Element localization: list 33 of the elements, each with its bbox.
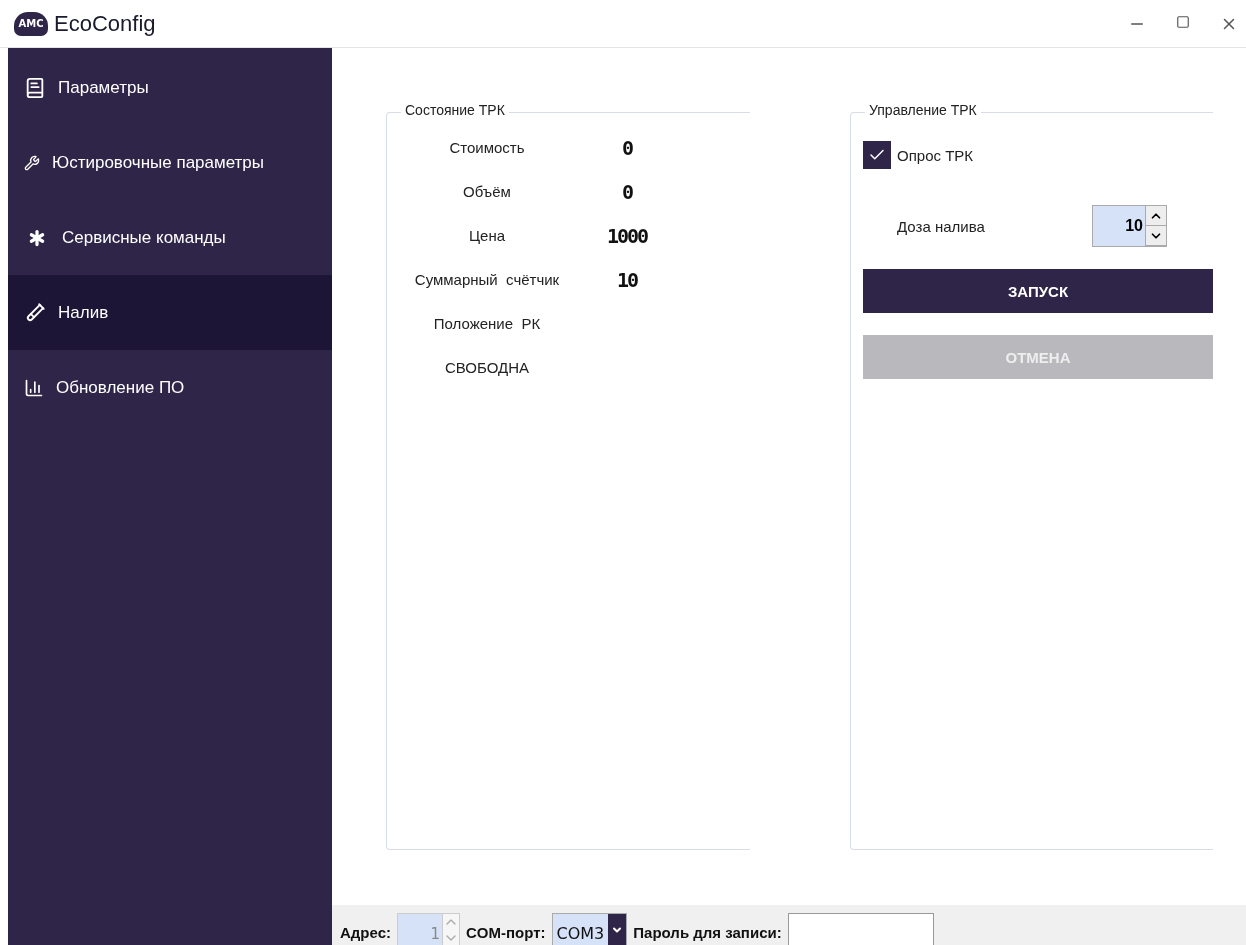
- window-title: EcoConfig: [54, 10, 156, 37]
- group-title: Управление ТРК: [865, 102, 981, 118]
- status-label: Положение РК: [432, 314, 542, 334]
- dose-spinbox[interactable]: 10: [1092, 205, 1167, 247]
- status-label: Цена: [467, 226, 507, 246]
- checkbox-label: Опрос ТРК: [897, 146, 974, 164]
- book-icon: [24, 76, 46, 99]
- address-label: Адрес:: [340, 923, 391, 943]
- sidebar-item[interactable]: Параметры: [8, 50, 332, 125]
- sidebar-item[interactable]: Юстировочные параметры: [8, 125, 332, 200]
- start-button[interactable]: ЗАПУСК: [863, 269, 1213, 313]
- maximize-icon[interactable]: [1176, 14, 1190, 29]
- digital-value: 1000: [605, 223, 649, 250]
- digital-value: 10: [615, 267, 639, 294]
- status-label: Суммарный счётчик: [413, 270, 561, 290]
- app-logo: AMC: [14, 11, 48, 36]
- digital-value: 0: [620, 135, 634, 162]
- sidebar-item[interactable]: Сервисные команды: [8, 200, 332, 275]
- wrench-icon: [24, 154, 40, 171]
- status-label: Стоимость: [448, 138, 526, 158]
- status-label: СВОБОДНА: [444, 358, 530, 378]
- group-title: Состояние ТРК: [401, 102, 509, 118]
- password-label: Пароль для записи:: [633, 923, 782, 943]
- status-label: Объём: [462, 182, 512, 202]
- port-dropdown[interactable]: COM3: [551, 913, 628, 945]
- bar-chart-icon: [24, 377, 44, 398]
- checkbox[interactable]: [863, 141, 891, 169]
- sidebar-item[interactable]: Налив: [8, 275, 332, 350]
- password-field[interactable]: [787, 913, 934, 945]
- digital-value: 0: [620, 179, 634, 206]
- port-label: COM-порт:: [466, 923, 546, 943]
- sidebar-item[interactable]: Обновление ПО: [8, 350, 332, 425]
- dose-label: Доза налива: [897, 217, 985, 235]
